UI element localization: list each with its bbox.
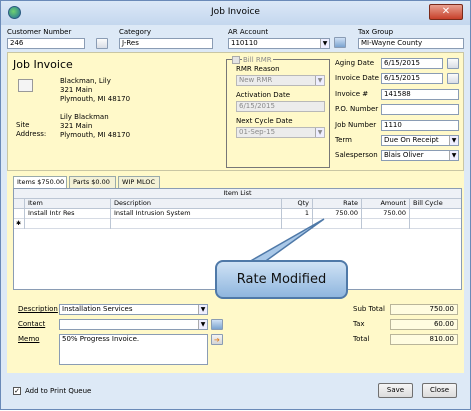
job-invoice-window: Job Invoice ✕ Customer Number 246 Catego… — [0, 0, 471, 410]
callout-pointer — [244, 218, 325, 264]
close-button[interactable]: Close — [422, 383, 457, 398]
check-icon: ✓ — [14, 387, 20, 395]
print-queue-label: Add to Print Queue — [25, 387, 92, 395]
rate-modified-callout: Rate Modified — [215, 260, 348, 299]
bottom-bar: ✓ Add to Print Queue Save Close — [7, 373, 464, 405]
print-queue-checkbox[interactable]: ✓ — [13, 387, 21, 395]
save-button[interactable]: Save — [378, 383, 413, 398]
